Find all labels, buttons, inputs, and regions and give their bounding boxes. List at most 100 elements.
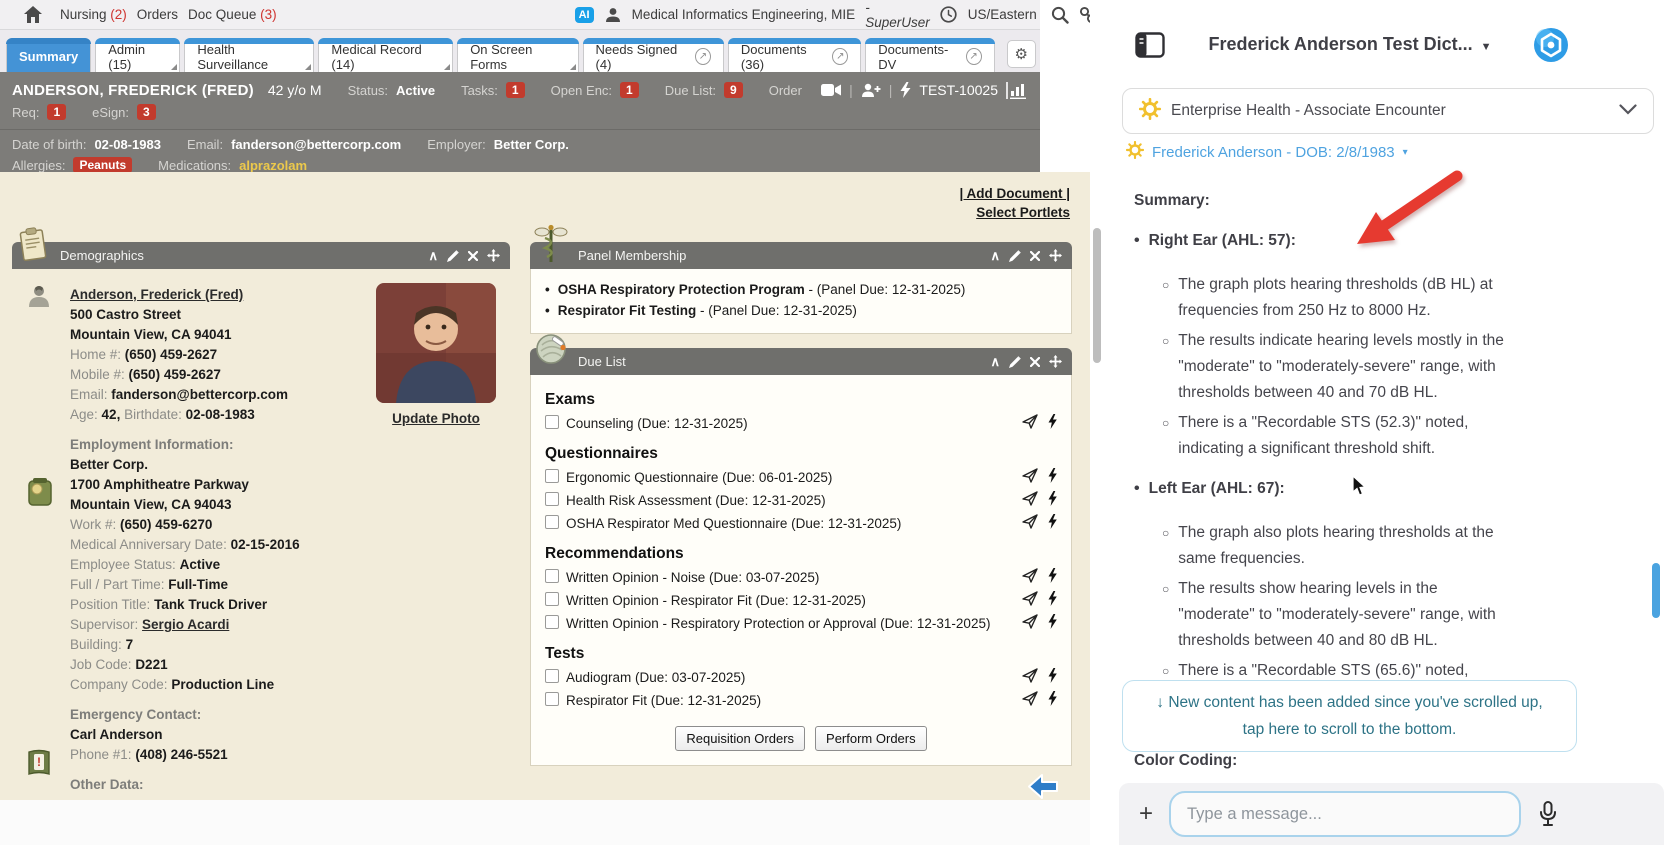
- ai-badge-icon[interactable]: AI: [574, 6, 594, 23]
- close-icon[interactable]: [1030, 250, 1040, 261]
- edit-pencil-icon[interactable]: [1009, 249, 1021, 262]
- tab-documents-dv[interactable]: Documents-DV ↗: [865, 38, 995, 72]
- tasks-count-badge[interactable]: 1: [505, 82, 525, 98]
- collapse-icon[interactable]: ∧: [428, 248, 438, 264]
- microphone-icon[interactable]: [1539, 801, 1557, 827]
- update-photo-link[interactable]: Update Photo: [392, 409, 480, 429]
- edit-pencil-icon[interactable]: [447, 249, 459, 262]
- attach-plus-button[interactable]: +: [1139, 802, 1153, 826]
- popout-icon[interactable]: ↗: [965, 48, 982, 65]
- chart-graph-icon[interactable]: [1006, 81, 1028, 99]
- perform-bolt-icon[interactable]: [1048, 514, 1057, 529]
- conversation-title-dropdown[interactable]: Frederick Anderson Test Dict... ▼: [1165, 34, 1535, 55]
- add-person-icon[interactable]: [861, 83, 881, 98]
- patient-context-dropdown[interactable]: Frederick Anderson - DOB: 2/8/1983 ▾: [1125, 140, 1408, 164]
- send-requisition-icon[interactable]: [1022, 468, 1038, 483]
- perform-orders-button[interactable]: Perform Orders: [815, 726, 927, 751]
- select-portlets-link[interactable]: Select Portlets: [976, 205, 1070, 220]
- sidebar-toggle-icon[interactable]: [1135, 32, 1165, 63]
- bullet-point: ○ The graph plots hearing thresholds (dB …: [1162, 276, 1493, 319]
- due-item-checkbox[interactable]: [545, 515, 559, 529]
- esign-count-badge[interactable]: 3: [137, 104, 156, 120]
- patient-name-link[interactable]: Anderson, Frederick (Fred): [70, 287, 243, 302]
- tab-admin[interactable]: Admin (15): [95, 38, 181, 72]
- home-icon[interactable]: [24, 6, 42, 24]
- send-requisition-icon[interactable]: [1022, 614, 1038, 629]
- perform-bolt-icon[interactable]: [1048, 591, 1057, 606]
- send-requisition-icon[interactable]: [1022, 668, 1038, 683]
- quick-action-bolt-icon[interactable]: [900, 82, 911, 98]
- collapse-chat-arrow-icon[interactable]: [1026, 773, 1060, 801]
- perform-bolt-icon[interactable]: [1048, 614, 1057, 629]
- send-requisition-icon[interactable]: [1022, 414, 1038, 429]
- perform-bolt-icon[interactable]: [1048, 468, 1057, 483]
- video-camera-icon[interactable]: [821, 83, 842, 97]
- message-input[interactable]: [1169, 791, 1522, 837]
- requisition-orders-button[interactable]: Requisition Orders: [675, 726, 806, 751]
- order-link[interactable]: Order: [769, 83, 802, 98]
- scrollbar-thumb[interactable]: [1093, 228, 1101, 363]
- encounter-selector[interactable]: Enterprise Health - Associate Encounter: [1122, 88, 1654, 134]
- nav-nursing[interactable]: Nursing (2): [60, 7, 127, 22]
- tab-settings-button[interactable]: ⚙: [1006, 40, 1036, 68]
- due-item-checkbox[interactable]: [545, 569, 559, 583]
- move-icon[interactable]: [1049, 249, 1062, 262]
- tab-medical-record[interactable]: Medical Record (14): [318, 38, 454, 72]
- open-enc-count-badge[interactable]: 1: [620, 82, 639, 98]
- popout-icon[interactable]: ↗: [832, 48, 849, 65]
- add-document-link[interactable]: | Add Document |: [959, 186, 1070, 201]
- clock-icon[interactable]: [940, 6, 958, 24]
- panel-membership-header[interactable]: Panel Membership ∧: [530, 224, 1072, 269]
- perform-bolt-icon[interactable]: [1048, 491, 1057, 506]
- new-content-toast[interactable]: ↓ New content has been added since you'v…: [1122, 680, 1577, 752]
- perform-bolt-icon[interactable]: [1048, 691, 1057, 706]
- clipboard-icon: [16, 226, 52, 264]
- tab-summary[interactable]: Summary: [6, 38, 92, 72]
- supervisor-link[interactable]: Sergio Acardi: [142, 617, 229, 632]
- close-icon[interactable]: [1030, 356, 1040, 367]
- due-list-header[interactable]: Due List ∧: [530, 334, 1072, 375]
- nav-orders[interactable]: Orders: [137, 7, 178, 22]
- patient-context-link: Frederick Anderson - DOB: 2/8/1983: [1152, 144, 1395, 161]
- move-icon[interactable]: [1049, 355, 1062, 368]
- top-menu-bar: Nursing (2) Orders Doc Queue (3) AI Medi…: [0, 0, 1199, 30]
- ai-assistant-logo-icon[interactable]: [1533, 27, 1569, 63]
- search-icon[interactable]: [1051, 6, 1069, 24]
- chat-scrollbar-thumb[interactable]: [1652, 563, 1660, 618]
- due-item-checkbox[interactable]: [545, 469, 559, 483]
- perform-bolt-icon[interactable]: [1048, 568, 1057, 583]
- due-item-checkbox[interactable]: [545, 415, 559, 429]
- due-item-checkbox[interactable]: [545, 492, 559, 506]
- perform-bolt-icon[interactable]: [1048, 668, 1057, 683]
- perform-bolt-icon[interactable]: [1048, 414, 1057, 429]
- collapse-icon[interactable]: ∧: [990, 354, 1000, 370]
- tab-documents[interactable]: Documents (36) ↗: [727, 38, 862, 72]
- due-item-checkbox[interactable]: [545, 669, 559, 683]
- encounter-label: Enterprise Health - Associate Encounter: [1171, 102, 1446, 119]
- req-count-badge[interactable]: 1: [47, 104, 67, 120]
- send-requisition-icon[interactable]: [1022, 514, 1038, 529]
- due-item-checkbox[interactable]: [545, 692, 559, 706]
- nav-doc-queue[interactable]: Doc Queue (3): [188, 7, 277, 22]
- tab-needs-signed[interactable]: Needs Signed (4) ↗: [582, 38, 725, 72]
- svg-text:!: !: [37, 755, 41, 769]
- due-item-checkbox[interactable]: [545, 615, 559, 629]
- send-requisition-icon[interactable]: [1022, 491, 1038, 506]
- edit-pencil-icon[interactable]: [1009, 355, 1021, 368]
- tab-health-surveillance[interactable]: Health Surveillance: [184, 38, 315, 72]
- person-icon: [26, 283, 56, 313]
- close-icon[interactable]: [468, 250, 478, 261]
- send-requisition-icon[interactable]: [1022, 591, 1038, 606]
- send-requisition-icon[interactable]: [1022, 691, 1038, 706]
- medications-value[interactable]: alprazolam: [239, 158, 307, 173]
- due-item-checkbox[interactable]: [545, 592, 559, 606]
- allergy-badge[interactable]: Peanuts: [73, 157, 133, 173]
- due-list-count-badge[interactable]: 9: [724, 82, 743, 98]
- collapse-icon[interactable]: ∧: [990, 248, 1000, 264]
- doc-queue-count: (3): [260, 7, 277, 22]
- send-requisition-icon[interactable]: [1022, 568, 1038, 583]
- demographics-portlet-header[interactable]: Demographics ∧: [12, 227, 510, 269]
- move-icon[interactable]: [487, 249, 500, 262]
- popout-icon[interactable]: ↗: [695, 48, 711, 65]
- tab-on-screen-forms[interactable]: On Screen Forms: [457, 38, 579, 72]
